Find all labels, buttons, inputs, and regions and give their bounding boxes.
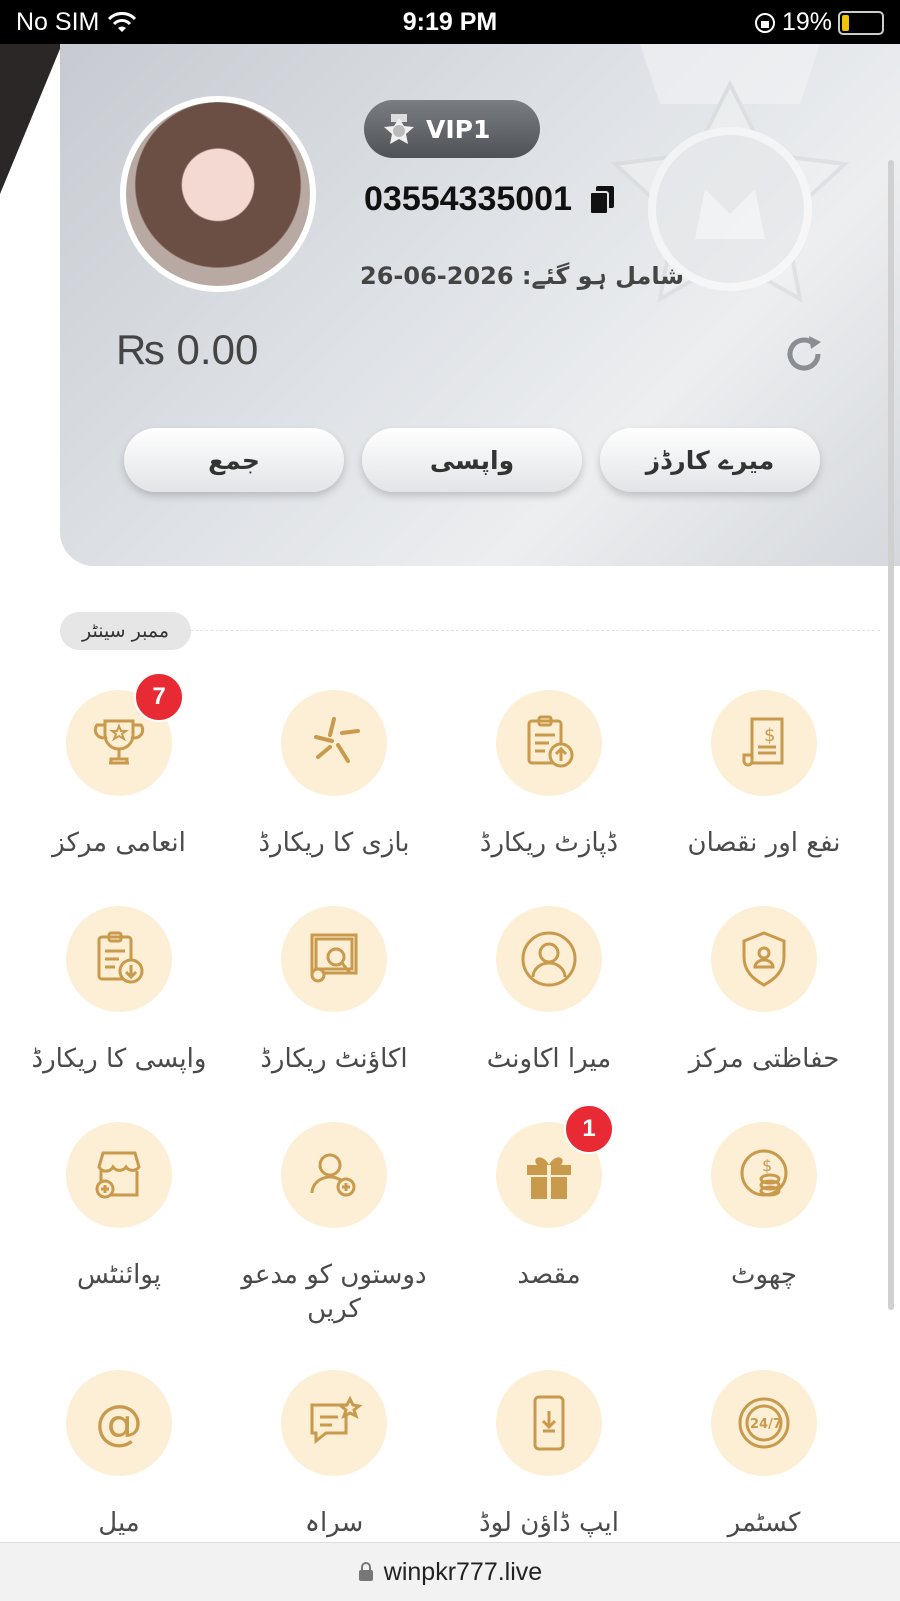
profile-card: VIP1 03554335001 شامل ہو گئے: 2026-06-26… xyxy=(60,44,900,566)
menu-item-invite-friends[interactable]: دوستوں کو مدعو کریں xyxy=(229,1122,439,1326)
url-text: winpkr777.live xyxy=(383,1557,543,1586)
deposit-record-icon xyxy=(527,715,574,768)
vip-medal-icon xyxy=(384,114,414,144)
menu-item-label: سراہ xyxy=(304,1508,364,1538)
decorative-corner xyxy=(0,44,62,194)
menu-item-label: کسٹمر xyxy=(727,1508,801,1538)
status-bar: No SIM 9:19 PM 19% xyxy=(0,0,900,44)
menu-item-points[interactable]: پوائنٹس xyxy=(14,1122,224,1292)
svg-text:24/7: 24/7 xyxy=(750,1417,782,1432)
wallet-balance: ₨ 0.00 xyxy=(116,326,259,373)
support-24-7-icon: 24/7 xyxy=(738,1397,790,1449)
user-id-text: 03554335001 xyxy=(364,180,573,218)
menu-item-label: چھوٹ xyxy=(731,1260,797,1290)
menu-item-label: اکاؤنٹ ریکارڈ xyxy=(260,1044,408,1074)
svg-text:$: $ xyxy=(764,725,775,746)
copy-icon[interactable] xyxy=(588,184,616,216)
deposit-button[interactable]: جمع xyxy=(124,428,344,492)
menu-item-label: مقصد xyxy=(517,1260,581,1290)
menu-item-label: میل xyxy=(98,1508,140,1538)
menu-item-withdraw-record[interactable]: واپسی کا ریکارڈ xyxy=(14,906,224,1076)
refresh-icon[interactable] xyxy=(782,332,826,376)
account-record-icon xyxy=(310,933,358,983)
menu-item-app-download[interactable]: ایپ ڈاؤن لوڈ xyxy=(444,1370,654,1540)
avatar[interactable] xyxy=(120,96,316,292)
user-icon xyxy=(521,931,577,987)
menu-item-goal[interactable]: 1 مقصد xyxy=(444,1104,654,1292)
menu-item-label: نفع اور نقصان xyxy=(687,828,841,858)
my-cards-button[interactable]: میرے کارڈز xyxy=(600,428,820,492)
menu-item-feedback[interactable]: سراہ xyxy=(229,1370,439,1540)
menu-item-label: حفاظتی مرکز xyxy=(688,1044,840,1074)
menu-item-label: واپسی کا ریکارڈ xyxy=(31,1044,207,1074)
download-icon xyxy=(533,1395,565,1451)
menu-item-profit-loss[interactable]: $ نفع اور نقصان xyxy=(659,690,869,860)
vip-badge: VIP1 xyxy=(364,100,540,158)
menu-item-my-account[interactable]: میرا اکاونٹ xyxy=(444,906,654,1076)
section-title: ممبر سینٹر xyxy=(60,612,192,650)
address-bar[interactable]: winpkr777.live xyxy=(0,1542,900,1601)
scrollbar[interactable] xyxy=(888,160,894,1310)
menu-item-label: پوائنٹس xyxy=(77,1260,161,1290)
menu-item-account-record[interactable]: اکاؤنٹ ریکارڈ xyxy=(229,906,439,1076)
menu-item-label: ڈپازٹ ریکارڈ xyxy=(479,828,619,858)
menu-item-label: انعامی مرکز xyxy=(52,828,186,858)
battery-percent: 19% xyxy=(781,8,832,36)
withdraw-button[interactable]: واپسی xyxy=(362,428,582,492)
profit-loss-icon: $ xyxy=(742,717,784,767)
lock-icon xyxy=(358,1562,373,1581)
notification-badge: 7 xyxy=(134,672,184,722)
user-id: 03554335001 xyxy=(364,180,616,219)
mail-icon: @ xyxy=(95,1395,143,1451)
orientation-lock-icon xyxy=(754,12,775,33)
avatar-image xyxy=(126,102,310,286)
menu-item-label: میرا اکاونٹ xyxy=(486,1044,612,1074)
menu-item-customer-service[interactable]: 24/7 کسٹمر xyxy=(659,1370,869,1540)
menu-item-deposit-record[interactable]: ڈپازٹ ریکارڈ xyxy=(444,690,654,860)
game-record-icon xyxy=(314,717,360,763)
gift-icon xyxy=(527,1157,571,1199)
trophy-icon xyxy=(93,719,145,765)
feedback-icon xyxy=(310,1395,363,1445)
svg-text:@: @ xyxy=(95,1395,143,1451)
menu-item-security-center[interactable]: حفاظتی مرکز xyxy=(659,906,869,1076)
menu-item-label: بازی کا ریکارڈ xyxy=(258,828,410,858)
shield-icon xyxy=(742,931,786,987)
notification-badge: 1 xyxy=(564,1104,614,1154)
invite-icon xyxy=(310,1153,356,1197)
coins-icon: $ xyxy=(740,1149,788,1197)
withdraw-record-icon xyxy=(97,931,144,984)
menu-item-label: ایپ ڈاؤن لوڈ xyxy=(479,1508,619,1538)
action-buttons: جمع واپسی میرے کارڈز xyxy=(124,428,820,492)
menu-item-reward-center[interactable]: 7 انعامی مرکز xyxy=(14,672,224,860)
menu-item-discount[interactable]: $ چھوٹ xyxy=(659,1122,869,1292)
menu-item-label: دوستوں کو مدعو کریں xyxy=(241,1260,427,1324)
svg-text:$: $ xyxy=(762,1156,772,1175)
menu-item-mail[interactable]: @ میل xyxy=(14,1370,224,1540)
join-date: شامل ہو گئے: 2026-06-26 xyxy=(360,262,685,290)
vip-level: VIP1 xyxy=(426,114,491,144)
shop-icon xyxy=(95,1151,141,1199)
battery-icon xyxy=(838,10,884,35)
menu-item-game-record[interactable]: بازی کا ریکارڈ xyxy=(229,690,439,860)
